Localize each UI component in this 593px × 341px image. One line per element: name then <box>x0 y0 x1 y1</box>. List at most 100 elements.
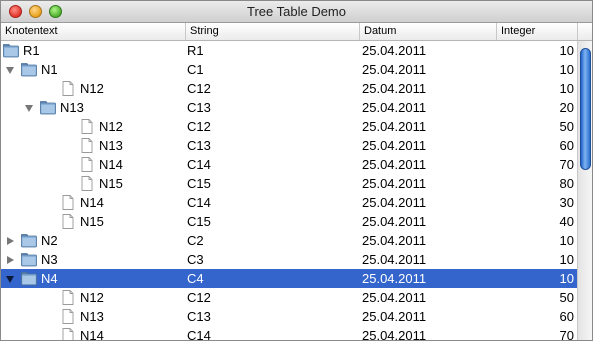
folder-icon <box>21 63 37 77</box>
document-icon <box>62 290 74 305</box>
document-icon <box>81 157 93 172</box>
table-row[interactable]: R1 R1 25.04.2011 10 <box>1 41 577 60</box>
tree-cell[interactable]: N1 <box>1 60 184 79</box>
date-cell: 25.04.2011 <box>362 100 427 115</box>
integer-cell: 10 <box>559 271 574 286</box>
table-row[interactable]: N3 C3 25.04.2011 10 <box>1 250 577 269</box>
tree-cell[interactable]: N12 <box>1 79 184 98</box>
node-label: N4 <box>41 271 58 286</box>
document-icon <box>62 328 74 340</box>
tree-cell[interactable]: N14 <box>1 193 184 212</box>
table-row[interactable]: N12 C12 25.04.2011 50 <box>1 288 577 307</box>
window-title: Tree Table Demo <box>247 4 346 19</box>
date-cell: 25.04.2011 <box>362 328 427 341</box>
document-icon <box>81 138 93 153</box>
tree-cell[interactable]: N12 <box>1 288 184 307</box>
tree-cell[interactable]: N15 <box>1 212 184 231</box>
node-label: N14 <box>80 195 104 210</box>
table-row[interactable]: N14 C14 25.04.2011 70 <box>1 155 577 174</box>
table-row[interactable]: N2 C2 25.04.2011 10 <box>1 231 577 250</box>
scrollbar-thumb[interactable] <box>580 48 591 170</box>
node-label: N15 <box>80 214 104 229</box>
table-header: Knotentext String Datum Integer <box>1 23 577 41</box>
column-header-knotentext[interactable]: Knotentext <box>1 23 186 40</box>
document-icon <box>62 309 74 324</box>
date-cell: 25.04.2011 <box>362 81 427 96</box>
folder-icon <box>21 253 37 267</box>
date-cell: 25.04.2011 <box>362 62 427 77</box>
node-label: N13 <box>60 100 84 115</box>
column-header-integer[interactable]: Integer <box>497 23 577 40</box>
node-label: N12 <box>80 81 104 96</box>
tree-cell[interactable]: N14 <box>1 155 184 174</box>
disclosure-triangle-expanded-icon[interactable] <box>24 103 34 113</box>
table-row[interactable]: N12 C12 25.04.2011 50 <box>1 117 577 136</box>
date-cell: 25.04.2011 <box>362 157 427 172</box>
integer-cell: 40 <box>559 214 574 229</box>
date-cell: 25.04.2011 <box>362 309 427 324</box>
tree-cell[interactable]: N14 <box>1 326 184 341</box>
string-cell: C14 <box>187 328 211 341</box>
string-cell: C14 <box>187 157 211 172</box>
integer-cell: 10 <box>559 233 574 248</box>
vertical-scrollbar[interactable] <box>577 41 592 340</box>
title-bar[interactable]: Tree Table Demo <box>1 1 592 23</box>
date-cell: 25.04.2011 <box>362 271 427 286</box>
disclosure-triangle-collapsed-icon[interactable] <box>5 236 15 246</box>
string-cell: C4 <box>187 271 204 286</box>
string-cell: C13 <box>187 100 211 115</box>
table-row[interactable]: N14 C14 25.04.2011 70 <box>1 326 577 341</box>
tree-cell[interactable]: N2 <box>1 231 184 250</box>
date-cell: 25.04.2011 <box>362 138 427 153</box>
tree-cell[interactable]: N13 <box>1 98 184 117</box>
table-row[interactable]: N13 C13 25.04.2011 60 <box>1 307 577 326</box>
tree-cell[interactable]: N13 <box>1 307 184 326</box>
tree-cell[interactable]: R1 <box>1 41 184 60</box>
string-cell: C12 <box>187 81 211 96</box>
disclosure-triangle-expanded-icon[interactable] <box>5 274 15 284</box>
table-row[interactable]: N12 C12 25.04.2011 10 <box>1 79 577 98</box>
integer-cell: 50 <box>559 290 574 305</box>
tree-cell[interactable]: N13 <box>1 136 184 155</box>
node-label: N14 <box>80 328 104 341</box>
tree-cell[interactable]: N15 <box>1 174 184 193</box>
node-label: N14 <box>99 157 123 172</box>
integer-cell: 60 <box>559 309 574 324</box>
column-header-datum[interactable]: Datum <box>360 23 497 40</box>
header-corner <box>577 23 592 41</box>
tree-cell[interactable]: N4 <box>1 269 184 288</box>
document-icon <box>81 176 93 191</box>
disclosure-triangle-expanded-icon[interactable] <box>5 65 15 75</box>
string-cell: C12 <box>187 119 211 134</box>
app-window: Tree Table Demo Knotentext String Datum … <box>0 0 593 341</box>
disclosure-triangle-collapsed-icon[interactable] <box>5 255 15 265</box>
node-label: N1 <box>41 62 58 77</box>
date-cell: 25.04.2011 <box>362 119 427 134</box>
table-row[interactable]: N13 C13 25.04.2011 60 <box>1 136 577 155</box>
table-row[interactable]: N4 C4 25.04.2011 10 <box>1 269 577 288</box>
column-header-string[interactable]: String <box>186 23 360 40</box>
table-row[interactable]: N15 C15 25.04.2011 40 <box>1 212 577 231</box>
folder-icon <box>3 44 19 58</box>
folder-icon <box>21 234 37 248</box>
table-row[interactable]: N14 C14 25.04.2011 30 <box>1 193 577 212</box>
date-cell: 25.04.2011 <box>362 252 427 267</box>
date-cell: 25.04.2011 <box>362 290 427 305</box>
integer-cell: 30 <box>559 195 574 210</box>
date-cell: 25.04.2011 <box>362 233 427 248</box>
string-cell: C12 <box>187 290 211 305</box>
table-row[interactable]: N1 C1 25.04.2011 10 <box>1 60 577 79</box>
integer-cell: 10 <box>559 252 574 267</box>
string-cell: C2 <box>187 233 204 248</box>
string-cell: R1 <box>187 43 204 58</box>
tree-table-body: R1 R1 25.04.2011 10 N1 C1 25.04.2011 10 N12 C12 25… <box>1 41 577 341</box>
tree-cell[interactable]: N3 <box>1 250 184 269</box>
node-label: R1 <box>23 43 40 58</box>
integer-cell: 10 <box>559 81 574 96</box>
tree-cell[interactable]: N12 <box>1 117 184 136</box>
integer-cell: 70 <box>559 157 574 172</box>
table-row[interactable]: N13 C13 25.04.2011 20 <box>1 98 577 117</box>
integer-cell: 80 <box>559 176 574 191</box>
document-icon <box>62 214 74 229</box>
table-row[interactable]: N15 C15 25.04.2011 80 <box>1 174 577 193</box>
